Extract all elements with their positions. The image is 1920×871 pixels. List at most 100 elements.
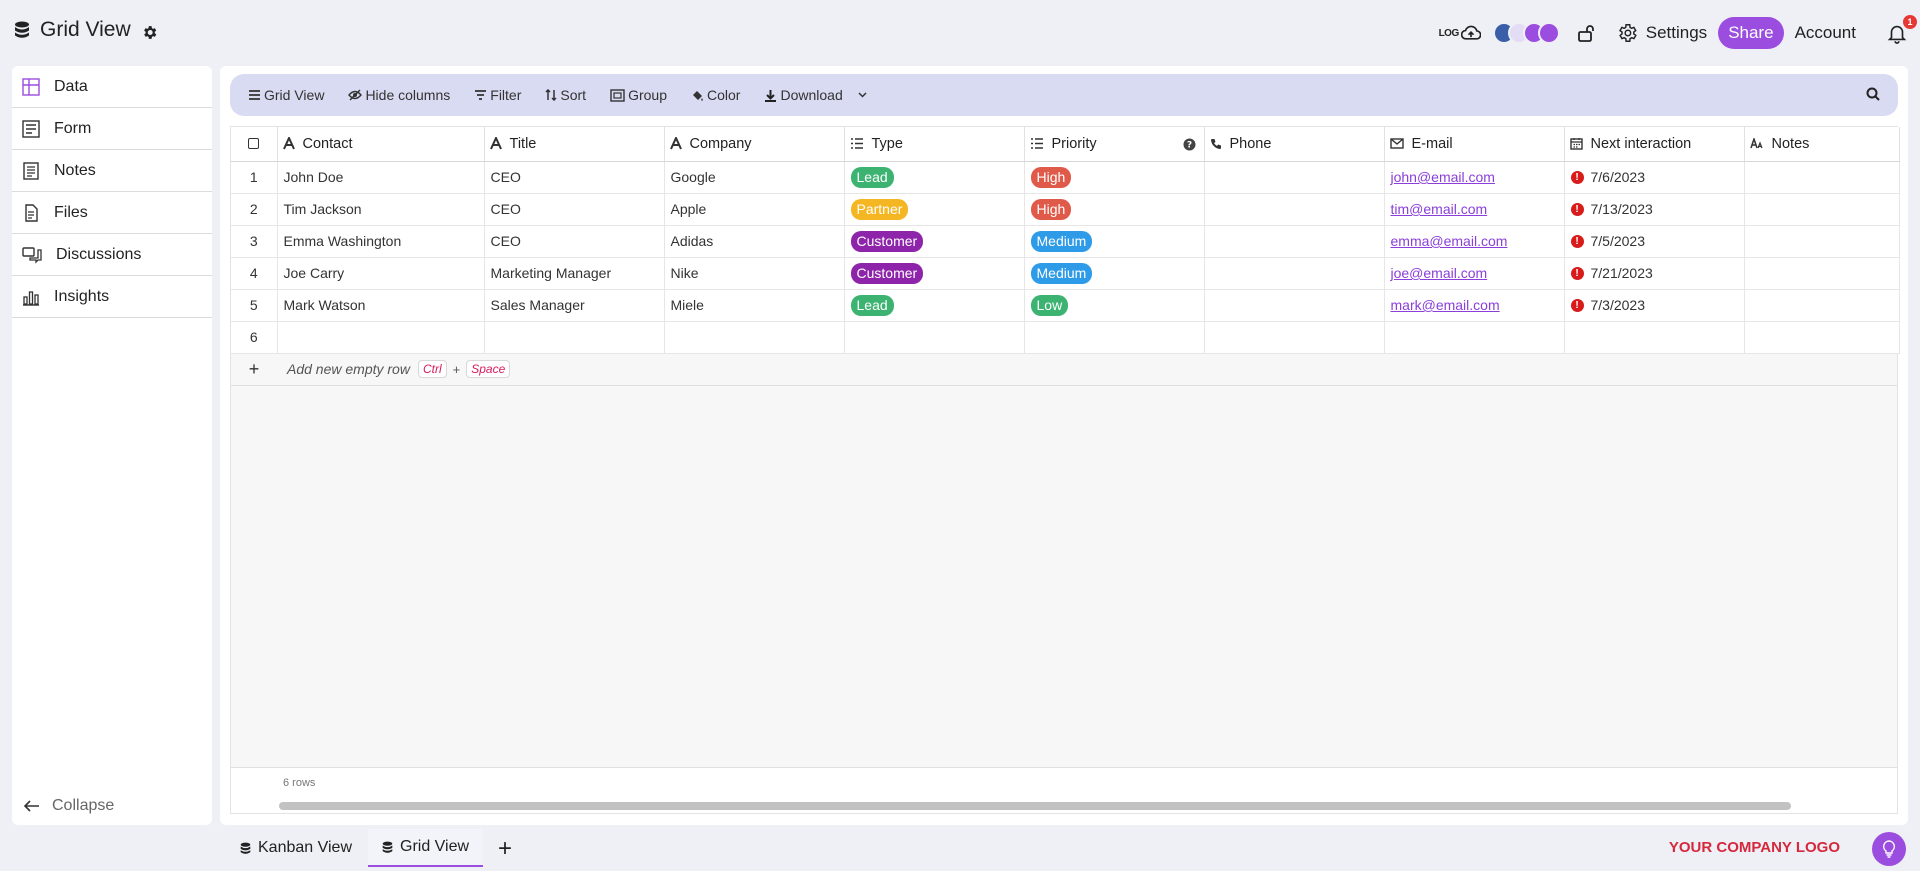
table-row[interactable]: 5 Mark Watson Sales Manager Miele Lead Low mar… [231,289,1900,322]
column-header-contact[interactable]: Contact [277,127,485,162]
table-row[interactable]: 2 Tim Jackson CEO Apple Partner High tim@email… [231,193,1900,226]
cell-contact[interactable]: Mark Watson [277,289,485,322]
chevron-down-icon[interactable] [858,92,867,98]
cell-priority[interactable] [1024,321,1205,354]
settings-link[interactable]: Settings [1646,23,1707,43]
sidebar-item-notes[interactable]: Notes [12,150,212,192]
cell-next[interactable]: ! 7/21/2023 [1564,257,1745,290]
cell-title[interactable]: Sales Manager [484,289,665,322]
cell-phone[interactable] [1204,321,1385,354]
email-link[interactable]: joe@email.com [1391,265,1488,281]
cell-type[interactable]: Lead [844,161,1025,194]
column-header-email[interactable]: E-mail [1384,127,1565,162]
cell-next[interactable]: ! 7/6/2023 [1564,161,1745,194]
cell-next[interactable]: ! 7/5/2023 [1564,225,1745,258]
tab-grid-view[interactable]: Grid View [368,829,484,867]
cell-contact[interactable]: Tim Jackson [277,193,485,226]
horizontal-scrollbar[interactable] [279,802,1791,810]
cell-priority[interactable]: High [1024,193,1205,226]
cell-phone[interactable] [1204,225,1385,258]
cell-priority[interactable]: Medium [1024,225,1205,258]
table-row[interactable]: 1 John Doe CEO Google Lead High john@email.com… [231,161,1900,194]
cell-next[interactable]: ! 7/13/2023 [1564,193,1745,226]
settings-gear-icon[interactable] [1616,22,1638,44]
cell-next[interactable] [1564,321,1745,354]
email-link[interactable]: emma@email.com [1391,233,1508,249]
column-header-phone[interactable]: Phone [1204,127,1385,162]
group-button[interactable]: Group [610,87,667,103]
cell-email[interactable]: mark@email.com [1384,289,1565,322]
cell-company[interactable]: Google [664,161,845,194]
cell-next[interactable]: ! 7/3/2023 [1564,289,1745,322]
cell-phone[interactable] [1204,193,1385,226]
cell-title[interactable]: CEO [484,193,665,226]
cell-company[interactable]: Nike [664,257,845,290]
filter-button[interactable]: Filter [474,87,521,103]
sidebar-item-form[interactable]: Form [12,108,212,150]
cell-notes[interactable] [1744,161,1900,194]
sidebar-item-discussions[interactable]: Discussions [12,234,212,276]
cell-notes[interactable] [1744,257,1900,290]
cell-type[interactable]: Partner [844,193,1025,226]
checkbox[interactable] [248,138,260,150]
cell-notes[interactable] [1744,225,1900,258]
column-header-title[interactable]: Title [484,127,665,162]
cell-notes[interactable] [1744,289,1900,322]
cell-priority[interactable]: Low [1024,289,1205,322]
cell-email[interactable]: tim@email.com [1384,193,1565,226]
cell-type[interactable] [844,321,1025,354]
cell-email[interactable]: john@email.com [1384,161,1565,194]
cell-notes[interactable] [1744,193,1900,226]
email-link[interactable]: mark@email.com [1391,297,1500,313]
cell-type[interactable]: Customer [844,257,1025,290]
cell-contact[interactable] [277,321,485,354]
share-button[interactable]: Share [1718,17,1784,49]
help-circle-icon[interactable]: ? [1183,138,1196,151]
cell-title[interactable]: Marketing Manager [484,257,665,290]
sidebar-item-files[interactable]: Files [12,192,212,234]
column-header-notes[interactable]: Notes [1744,127,1900,162]
cell-title[interactable]: CEO [484,161,665,194]
cell-contact[interactable]: Joe Carry [277,257,485,290]
column-header-company[interactable]: Company [664,127,845,162]
sidebar-item-data[interactable]: Data [12,66,212,108]
cell-phone[interactable] [1204,289,1385,322]
collaborator-avatars[interactable] [1492,22,1560,44]
add-row-bar[interactable]: + Add new empty row Ctrl + Space [231,353,1897,386]
lightbulb-icon[interactable] [1872,832,1906,866]
email-link[interactable]: tim@email.com [1391,201,1488,217]
download-button[interactable]: Download [764,87,867,103]
table-row[interactable]: 3 Emma Washington CEO Adidas Customer Medium e… [231,225,1900,258]
plus-icon[interactable]: + [231,359,277,380]
cell-notes[interactable] [1744,321,1900,354]
cell-priority[interactable]: Medium [1024,257,1205,290]
table-row[interactable]: 6 [231,321,1900,354]
cell-contact[interactable]: Emma Washington [277,225,485,258]
cloud-upload-icon[interactable] [1460,25,1481,41]
cell-contact[interactable]: John Doe [277,161,485,194]
gear-icon[interactable] [141,24,158,41]
account-link[interactable]: Account [1795,23,1856,43]
sort-button[interactable]: Sort [545,87,586,103]
select-all-header[interactable] [231,127,278,162]
cell-company[interactable] [664,321,845,354]
hide-columns-button[interactable]: Hide columns [348,87,450,103]
color-button[interactable]: Color [691,87,740,103]
cell-type[interactable]: Lead [844,289,1025,322]
column-header-next-interaction[interactable]: Next interaction [1564,127,1745,162]
email-link[interactable]: john@email.com [1391,169,1495,185]
cell-title[interactable]: CEO [484,225,665,258]
cell-company[interactable]: Apple [664,193,845,226]
grid-view-button[interactable]: Grid View [248,87,324,103]
avatar[interactable] [1537,22,1560,44]
cell-priority[interactable]: High [1024,161,1205,194]
sidebar-item-insights[interactable]: Insights [12,276,212,318]
cell-type[interactable]: Customer [844,225,1025,258]
cell-title[interactable] [484,321,665,354]
add-view-button[interactable]: + [498,835,512,863]
collapse-button[interactable]: Collapse [24,797,114,815]
table-row[interactable]: 4 Joe Carry Marketing Manager Nike Customer M… [231,257,1900,290]
cell-company[interactable]: Adidas [664,225,845,258]
cell-email[interactable]: emma@email.com [1384,225,1565,258]
tab-kanban-view[interactable]: Kanban View [226,829,366,867]
